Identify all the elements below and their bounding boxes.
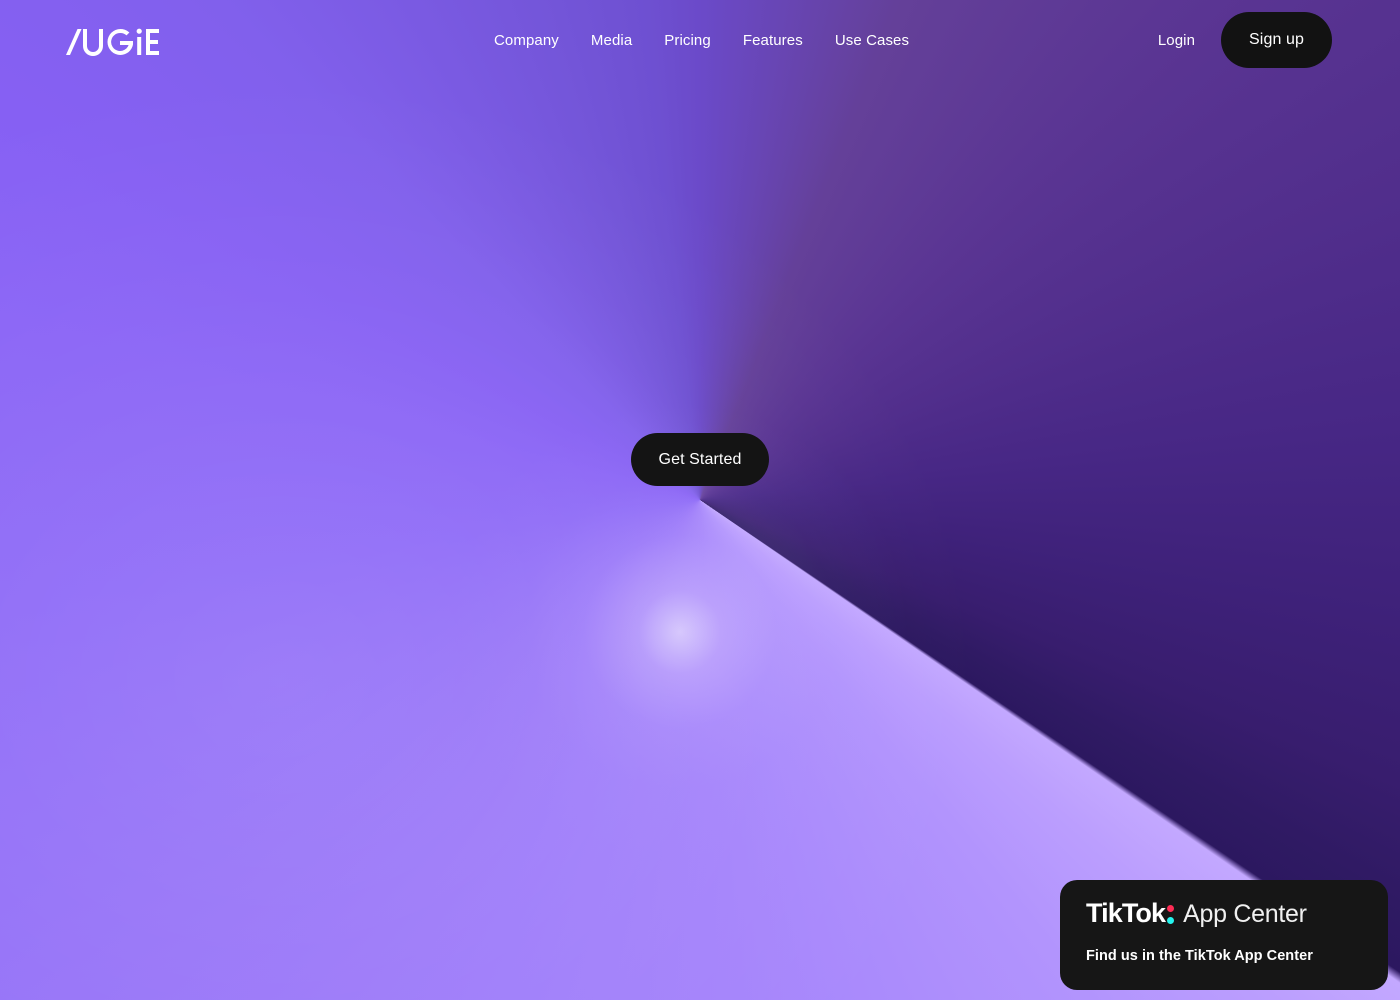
background-conic-gradient <box>0 0 1400 1000</box>
login-link[interactable]: Login <box>1158 32 1195 49</box>
page-root: Company Media Pricing Features Use Cases… <box>0 0 1400 1000</box>
nav-item-company[interactable]: Company <box>494 30 559 52</box>
site-header: Company Media Pricing Features Use Cases… <box>0 0 1400 82</box>
main-navigation: Company Media Pricing Features Use Cases <box>494 30 909 52</box>
augie-wordmark-icon <box>66 28 159 56</box>
get-started-button[interactable]: Get Started <box>631 433 769 486</box>
tiktok-colon-dot-red <box>1167 905 1175 912</box>
tiktok-badge-tagline: Find us in the TikTok App Center <box>1086 948 1313 964</box>
signup-button[interactable]: Sign up <box>1221 12 1332 68</box>
tiktok-app-center-text: App Center <box>1183 900 1307 928</box>
header-actions: Login Sign up <box>1158 12 1332 68</box>
tiktok-app-center-badge[interactable]: TikTok App Center Find us in the TikTok … <box>1060 880 1388 990</box>
tiktok-wordmark-text: TikTok <box>1086 898 1166 928</box>
tiktok-wordmark-row: TikTok App Center <box>1086 894 1307 933</box>
nav-item-use-cases[interactable]: Use Cases <box>835 30 909 52</box>
tiktok-colon-icon <box>1166 901 1178 928</box>
nav-item-pricing[interactable]: Pricing <box>664 30 711 52</box>
nav-item-features[interactable]: Features <box>743 30 803 52</box>
logo-augie[interactable] <box>64 24 160 60</box>
nav-item-media[interactable]: Media <box>591 30 632 52</box>
tiktok-colon-dot-cyan <box>1167 917 1175 924</box>
